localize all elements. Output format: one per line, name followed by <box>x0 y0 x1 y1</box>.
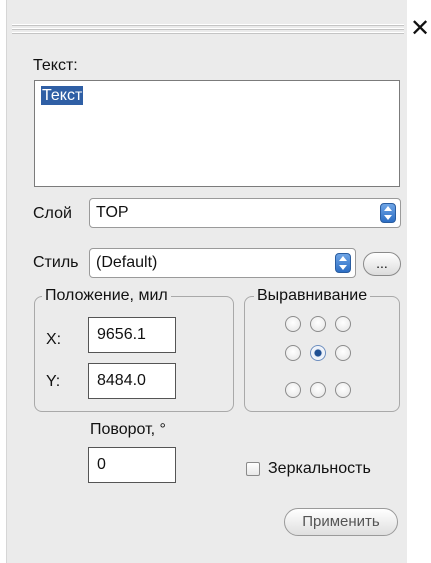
close-icon[interactable]: ✕ <box>409 17 431 41</box>
style-select[interactable]: (Default) <box>89 248 356 278</box>
align-radio-middle-right[interactable] <box>335 345 351 361</box>
position-group-title: Положение, мил <box>42 287 171 305</box>
align-radio-center[interactable] <box>310 345 326 361</box>
text-input[interactable]: Текст <box>34 80 400 187</box>
align-radio-bottom-right[interactable] <box>335 382 351 398</box>
x-label: X: <box>46 331 62 348</box>
text-label: Текст: <box>33 57 78 74</box>
align-radio-bottom-left[interactable] <box>285 382 301 398</box>
style-select-value: (Default) <box>96 254 158 271</box>
align-radio-top-right[interactable] <box>335 316 351 332</box>
alignment-group-title: Выравнивание <box>254 287 371 305</box>
rotation-input[interactable]: 0 <box>88 447 176 483</box>
align-radio-middle-left[interactable] <box>285 345 301 361</box>
y-coordinate-input[interactable]: 8484.0 <box>88 363 176 399</box>
align-radio-bottom-center[interactable] <box>310 382 326 398</box>
panel-drag-handle[interactable] <box>12 24 404 36</box>
rotation-label: Поворот, ° <box>90 421 166 438</box>
x-coordinate-input[interactable]: 9656.1 <box>88 317 176 353</box>
layer-select[interactable]: TOP <box>89 198 401 228</box>
y-label: Y: <box>46 373 61 390</box>
text-input-selected-value: Текст <box>41 86 84 105</box>
layer-select-arrows-icon <box>380 203 396 223</box>
layer-select-value: TOP <box>96 204 129 221</box>
apply-button[interactable]: Применить <box>284 508 398 536</box>
mirror-label: Зеркальность <box>268 460 371 477</box>
align-radio-top-center[interactable] <box>310 316 326 332</box>
align-radio-top-left[interactable] <box>285 316 301 332</box>
style-more-button[interactable]: ... <box>363 252 401 276</box>
layer-label: Слой <box>33 205 72 222</box>
style-label: Стиль <box>33 254 79 271</box>
mirror-checkbox[interactable] <box>246 462 260 476</box>
style-select-arrows-icon <box>335 253 351 273</box>
